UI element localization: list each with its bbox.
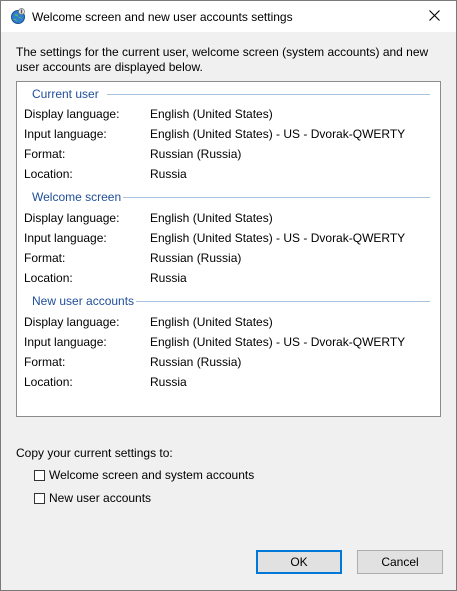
checkbox-label[interactable]: New user accounts xyxy=(49,491,151,505)
setting-value: English (United States) xyxy=(150,211,273,225)
setting-value: English (United States) xyxy=(150,107,273,121)
setting-value: Russia xyxy=(150,167,187,181)
setting-label: Location: xyxy=(24,167,73,181)
section-title: New user accounts xyxy=(30,293,137,309)
setting-label: Display language: xyxy=(24,211,120,225)
checkbox-welcome-screen[interactable]: Welcome screen and system accounts xyxy=(34,467,254,483)
copy-settings-label: Copy your current settings to: xyxy=(16,446,173,460)
checkbox-box[interactable] xyxy=(34,469,45,481)
setting-row: Display language: English (United States… xyxy=(24,105,432,123)
setting-row: Input language: English (United States) … xyxy=(24,125,432,143)
setting-row: Input language: English (United States) … xyxy=(24,229,432,247)
setting-value: English (United States) - US - Dvorak-QW… xyxy=(150,231,406,245)
setting-row: Display language: English (United States… xyxy=(24,209,432,227)
setting-row: Format: Russian (Russia) xyxy=(24,353,432,371)
setting-label: Input language: xyxy=(24,231,107,245)
setting-value: English (United States) - US - Dvorak-QW… xyxy=(150,335,406,349)
setting-value: Russia xyxy=(150,375,187,389)
setting-row: Location: Russia xyxy=(24,269,432,287)
close-button[interactable] xyxy=(412,1,456,32)
ok-button[interactable]: OK xyxy=(256,550,342,574)
section-new-user-accounts: New user accounts xyxy=(17,293,440,309)
setting-value: Russia xyxy=(150,271,187,285)
setting-label: Location: xyxy=(24,271,73,285)
setting-label: Input language: xyxy=(24,335,107,349)
setting-row: Input language: English (United States) … xyxy=(24,333,432,351)
setting-value: Russian (Russia) xyxy=(150,251,242,265)
setting-row: Display language: English (United States… xyxy=(24,313,432,331)
setting-value: English (United States) - US - Dvorak-QW… xyxy=(150,127,406,141)
section-divider xyxy=(135,301,430,302)
title-bar: Welcome screen and new user accounts set… xyxy=(1,1,456,32)
section-title: Welcome screen xyxy=(30,189,124,205)
section-divider xyxy=(107,94,430,95)
setting-label: Display language: xyxy=(24,315,120,329)
checkbox-new-user-accounts[interactable]: New user accounts xyxy=(34,490,151,506)
close-icon xyxy=(428,9,440,24)
setting-row: Location: Russia xyxy=(24,373,432,391)
setting-label: Input language: xyxy=(24,127,107,141)
window-title: Welcome screen and new user accounts set… xyxy=(32,10,293,24)
settings-panel: Current user Display language: English (… xyxy=(16,81,441,417)
setting-label: Format: xyxy=(24,251,66,265)
section-welcome-screen: Welcome screen xyxy=(17,189,440,205)
section-current-user: Current user xyxy=(17,86,440,102)
region-globe-icon xyxy=(9,7,27,25)
checkbox-label[interactable]: Welcome screen and system accounts xyxy=(49,468,254,482)
checkbox-box[interactable] xyxy=(34,492,45,504)
setting-row: Format: Russian (Russia) xyxy=(24,249,432,267)
cancel-button[interactable]: Cancel xyxy=(357,550,443,574)
section-divider xyxy=(123,197,430,198)
setting-label: Display language: xyxy=(24,107,120,121)
setting-value: Russian (Russia) xyxy=(150,355,242,369)
setting-label: Format: xyxy=(24,355,66,369)
setting-label: Format: xyxy=(24,147,66,161)
setting-label: Location: xyxy=(24,375,73,389)
setting-value: English (United States) xyxy=(150,315,273,329)
setting-row: Location: Russia xyxy=(24,165,432,183)
setting-row: Format: Russian (Russia) xyxy=(24,145,432,163)
section-title: Current user xyxy=(30,86,101,102)
settings-dialog: Welcome screen and new user accounts set… xyxy=(0,0,457,591)
description-text: The settings for the current user, welco… xyxy=(16,45,429,74)
setting-value: Russian (Russia) xyxy=(150,147,242,161)
